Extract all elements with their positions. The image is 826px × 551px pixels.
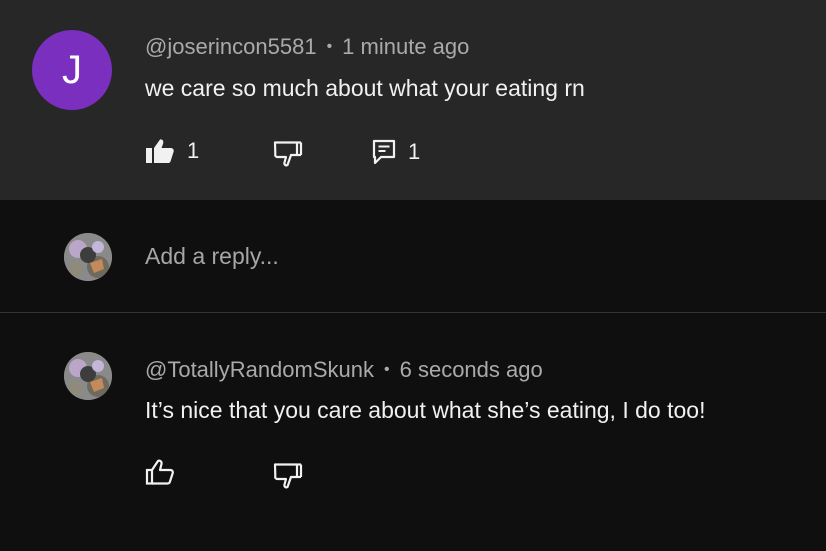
thumbs-up-outline-icon — [145, 458, 175, 486]
reply-like-button[interactable] — [145, 458, 175, 486]
meta-separator: • — [384, 361, 390, 378]
thumbs-up-filled-icon — [145, 138, 175, 164]
reply-input[interactable]: Add a reply... — [145, 243, 279, 270]
reply-count: 1 — [408, 139, 421, 164]
meta-separator: • — [326, 38, 333, 55]
comment-timestamp[interactable]: 1 minute ago — [342, 34, 469, 59]
reply-avatar[interactable] — [64, 352, 112, 400]
thumbs-down-icon — [273, 140, 303, 168]
replies-button[interactable]: 1 — [372, 139, 420, 165]
like-count: 1 — [187, 138, 200, 163]
like-button[interactable]: 1 — [145, 138, 199, 164]
comment-author[interactable]: @joserincon5581 — [145, 34, 317, 59]
comment-text: we care so much about what your eating r… — [145, 75, 585, 101]
parent-comment: J @joserincon5581 • 1 minute ago we care s… — [0, 0, 826, 200]
avatar[interactable]: J — [32, 30, 112, 110]
reply-dislike-button[interactable] — [273, 462, 303, 490]
reply-text: It’s nice that you care about what she’s… — [145, 397, 706, 423]
reply-author[interactable]: @TotallyRandomSkunk — [145, 357, 374, 382]
thumbs-down-icon — [273, 462, 303, 490]
comment-icon — [372, 139, 396, 165]
comment-meta: @joserincon5581 • 1 minute ago — [145, 34, 469, 60]
divider — [0, 312, 826, 313]
reply-timestamp[interactable]: 6 seconds ago — [400, 357, 543, 382]
dislike-button[interactable] — [273, 140, 303, 168]
avatar-letter: J — [62, 47, 82, 92]
reply-meta: @TotallyRandomSkunk • 6 seconds ago — [145, 357, 543, 383]
current-user-avatar[interactable] — [64, 233, 112, 281]
